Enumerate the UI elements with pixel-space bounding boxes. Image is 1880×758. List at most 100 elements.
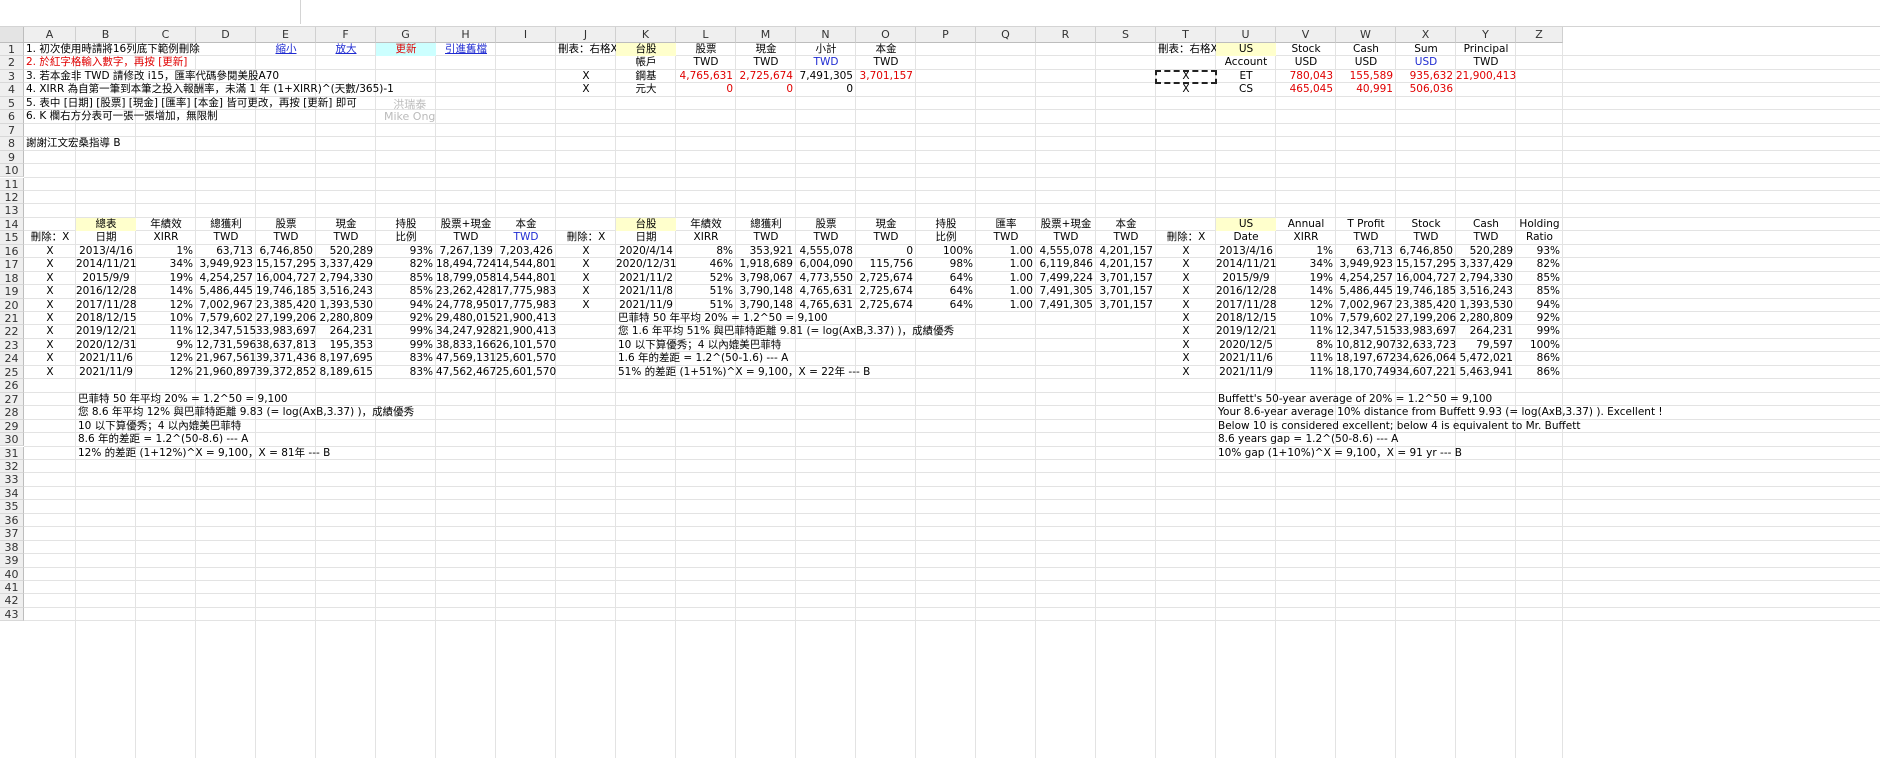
row-header-38[interactable]: 38	[0, 540, 24, 555]
account-cash[interactable]: 0	[736, 83, 796, 96]
column-header-l[interactable]: L	[676, 27, 736, 43]
column-header-c[interactable]: C	[136, 27, 196, 43]
formula-input[interactable]	[301, 0, 1880, 24]
row-header-25[interactable]: 25	[0, 365, 24, 380]
account-stock[interactable]: 4,765,631	[676, 70, 736, 83]
row-header-40[interactable]: 40	[0, 567, 24, 581]
column-header-d[interactable]: D	[196, 27, 256, 43]
delete-marker[interactable]: X	[24, 258, 76, 271]
column-header-t[interactable]: T	[1156, 27, 1216, 43]
row-header-28[interactable]: 28	[0, 406, 24, 420]
row-header-12[interactable]: 12	[0, 190, 24, 205]
column-header-i[interactable]: I	[496, 27, 556, 43]
row-header-11[interactable]: 11	[0, 177, 24, 191]
delete-marker[interactable]: X	[556, 272, 616, 285]
row-header-14[interactable]: 14	[0, 217, 24, 232]
delete-marker[interactable]: X	[556, 285, 616, 298]
account-cash[interactable]: 155,589	[1336, 70, 1396, 83]
delete-marker[interactable]: X	[24, 366, 76, 379]
column-header-z[interactable]: Z	[1516, 27, 1563, 43]
column-header-m[interactable]: M	[736, 27, 796, 43]
delete-marker[interactable]: X	[24, 325, 76, 338]
import-old-file-link[interactable]: 引進舊檔	[436, 43, 496, 56]
row-header-43[interactable]: 43	[0, 607, 24, 622]
row-header-30[interactable]: 30	[0, 433, 24, 447]
delete-marker[interactable]: X	[1156, 366, 1216, 379]
delete-marker[interactable]: X	[24, 245, 76, 258]
enlarge-link[interactable]: 放大	[316, 43, 376, 56]
row-header-29[interactable]: 29	[0, 419, 24, 434]
row-header-13[interactable]: 13	[0, 204, 24, 218]
column-header-r[interactable]: R	[1036, 27, 1096, 43]
account-cash[interactable]: 40,991	[1336, 83, 1396, 96]
row-header-20[interactable]: 20	[0, 298, 24, 312]
row-header-22[interactable]: 22	[0, 325, 24, 339]
row-header-15[interactable]: 15	[0, 231, 24, 245]
row-header-24[interactable]: 24	[0, 352, 24, 366]
row-header-23[interactable]: 23	[0, 338, 24, 353]
column-header-j[interactable]: J	[556, 27, 616, 43]
column-header-u[interactable]: U	[1216, 27, 1276, 43]
delete-marker[interactable]: X	[556, 258, 616, 271]
row-header-9[interactable]: 9	[0, 150, 24, 165]
delete-marker[interactable]: X	[24, 339, 76, 352]
delete-marker[interactable]: X	[1156, 325, 1216, 338]
shrink-link[interactable]: 縮小	[256, 43, 316, 56]
row-header-42[interactable]: 42	[0, 594, 24, 608]
row-header-37[interactable]: 37	[0, 527, 24, 541]
row-header-34[interactable]: 34	[0, 486, 24, 501]
column-header-o[interactable]: O	[856, 27, 916, 43]
row-header-16[interactable]: 16	[0, 244, 24, 259]
delete-marker[interactable]: X	[1156, 285, 1216, 298]
delete-marker[interactable]: X	[24, 352, 76, 365]
column-header-p[interactable]: P	[916, 27, 976, 43]
account-cash[interactable]: 2,725,674	[736, 70, 796, 83]
account-principal[interactable]	[1456, 83, 1516, 96]
delete-marker[interactable]: X	[1156, 352, 1216, 365]
row-header-41[interactable]: 41	[0, 581, 24, 595]
column-header-s[interactable]: S	[1096, 27, 1156, 43]
delete-marker[interactable]: X	[24, 299, 76, 312]
row-header-3[interactable]: 3	[0, 69, 24, 84]
row-header-26[interactable]: 26	[0, 379, 24, 393]
account-stock[interactable]: 0	[676, 83, 736, 96]
delete-marker[interactable]: X	[556, 299, 616, 312]
delete-marker[interactable]: X	[556, 70, 616, 83]
delete-marker[interactable]: X	[1156, 258, 1216, 271]
row-header-5[interactable]: 5	[0, 96, 24, 111]
column-header-n[interactable]: N	[796, 27, 856, 43]
row-header-7[interactable]: 7	[0, 123, 24, 138]
row-header-6[interactable]: 6	[0, 110, 24, 124]
delete-marker[interactable]: X	[24, 285, 76, 298]
row-header-39[interactable]: 39	[0, 554, 24, 568]
column-header-k[interactable]: K	[616, 27, 676, 43]
row-header-31[interactable]: 31	[0, 446, 24, 460]
delete-marker[interactable]: X	[1156, 339, 1216, 352]
row-header-17[interactable]: 17	[0, 258, 24, 272]
delete-marker[interactable]: X	[24, 312, 76, 325]
column-header-w[interactable]: W	[1336, 27, 1396, 43]
row-header-4[interactable]: 4	[0, 83, 24, 97]
account-principal[interactable]: 3,701,157	[856, 70, 916, 83]
column-header-h[interactable]: H	[436, 27, 496, 43]
column-header-g[interactable]: G	[376, 27, 436, 43]
row-header-1[interactable]: 1	[0, 43, 24, 57]
column-header-f[interactable]: F	[316, 27, 376, 43]
row-header-8[interactable]: 8	[0, 137, 24, 151]
update-button[interactable]: 更新	[376, 43, 436, 57]
row-header-27[interactable]: 27	[0, 392, 24, 407]
delete-marker[interactable]: X	[1156, 245, 1216, 258]
row-header-10[interactable]: 10	[0, 164, 24, 178]
column-header-e[interactable]: E	[256, 27, 316, 43]
delete-marker[interactable]: X	[556, 83, 616, 96]
account-stock[interactable]: 780,043	[1276, 70, 1336, 83]
row-header-18[interactable]: 18	[0, 271, 24, 286]
account-principal[interactable]: 21,900,413	[1456, 70, 1516, 83]
account-principal[interactable]	[856, 83, 916, 96]
row-header-36[interactable]: 36	[0, 513, 24, 528]
delete-marker[interactable]: X	[1156, 299, 1216, 312]
column-header-a[interactable]: A	[24, 27, 76, 43]
delete-marker[interactable]: X	[1156, 83, 1216, 96]
row-header-35[interactable]: 35	[0, 500, 24, 514]
column-header-q[interactable]: Q	[976, 27, 1036, 43]
